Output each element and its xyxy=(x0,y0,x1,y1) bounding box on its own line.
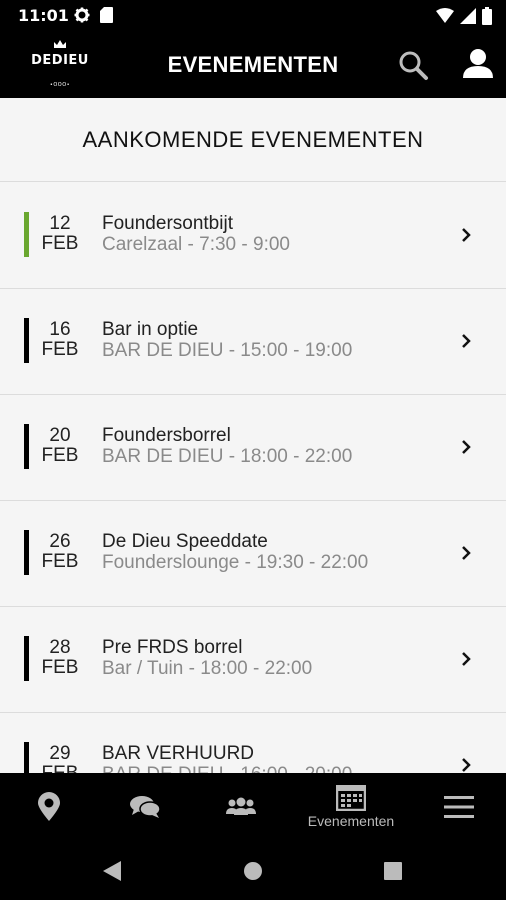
event-title: Foundersontbijt xyxy=(102,213,233,234)
event-date: 16 FEB xyxy=(38,320,82,360)
event-row[interactable]: 29 FEB BAR VERHUURD BAR DE DIEU - 16:00 … xyxy=(0,713,506,773)
app-bar: DEDIEU •OOO• EVENEMENTEN xyxy=(0,34,506,98)
event-day: 28 xyxy=(49,637,71,658)
hamburger-menu-icon xyxy=(444,796,474,818)
event-title: Foundersborrel xyxy=(102,425,231,446)
status-bar: 11:01 xyxy=(0,0,506,34)
nav-item-events[interactable]: Evenementen xyxy=(296,773,406,841)
event-date: 12 FEB xyxy=(38,214,82,254)
chevron-right-icon xyxy=(462,440,471,454)
system-navigation-bar xyxy=(0,841,506,900)
chevron-right-icon xyxy=(462,228,471,242)
people-icon xyxy=(226,797,256,815)
event-subtitle: BAR DE DIEU - 15:00 - 19:00 xyxy=(102,340,353,361)
event-row[interactable]: 28 FEB Pre FRDS borrel Bar / Tuin - 18:0… xyxy=(0,607,506,713)
chat-bubbles-icon xyxy=(130,796,161,818)
event-accent-bar xyxy=(24,318,29,363)
event-title: BAR VERHUURD xyxy=(102,743,255,764)
event-date: 26 FEB xyxy=(38,532,82,572)
event-accent-bar xyxy=(24,424,29,469)
calendar-icon xyxy=(336,785,366,811)
back-icon[interactable] xyxy=(102,860,122,882)
event-title: Bar in optie xyxy=(102,319,199,340)
user-icon xyxy=(463,49,493,78)
event-day: 29 xyxy=(49,743,71,764)
event-day: 16 xyxy=(49,319,71,340)
wifi-icon xyxy=(436,8,454,23)
profile-button[interactable] xyxy=(460,46,496,82)
chevron-right-icon xyxy=(462,334,471,348)
search-button[interactable] xyxy=(396,48,432,84)
search-icon xyxy=(399,51,428,80)
event-month: FEB xyxy=(41,657,79,678)
event-subtitle: BAR DE DIEU - 16:00 - 20:00 xyxy=(102,765,352,774)
section-header: AANKOMENDE EVENEMENTEN xyxy=(0,98,506,182)
event-date: 29 FEB xyxy=(38,743,82,774)
event-month: FEB xyxy=(41,445,79,466)
event-title: De Dieu Speeddate xyxy=(102,531,268,552)
event-row[interactable]: 20 FEB Foundersborrel BAR DE DIEU - 18:0… xyxy=(0,395,506,501)
nav-item-members[interactable] xyxy=(206,773,276,841)
event-subtitle: Founderslounge - 19:30 - 22:00 xyxy=(102,552,369,573)
event-month: FEB xyxy=(41,551,79,572)
chevron-right-icon xyxy=(462,546,471,560)
event-accent-bar xyxy=(24,636,29,681)
section-title: AANKOMENDE EVENEMENTEN xyxy=(82,126,424,152)
event-subtitle: Carelzaal - 7:30 - 9:00 xyxy=(102,234,290,255)
location-pin-icon xyxy=(38,792,60,821)
event-row[interactable]: 16 FEB Bar in optie BAR DE DIEU - 15:00 … xyxy=(0,289,506,395)
recents-icon[interactable] xyxy=(384,862,402,880)
sd-card-icon xyxy=(100,7,113,23)
event-accent-bar xyxy=(24,530,29,575)
event-day: 26 xyxy=(49,531,71,552)
event-row[interactable]: 26 FEB De Dieu Speeddate Founderslounge … xyxy=(0,501,506,607)
event-subtitle: BAR DE DIEU - 18:00 - 22:00 xyxy=(102,446,353,467)
event-row[interactable]: 12 FEB Foundersontbijt Carelzaal - 7:30 … xyxy=(0,183,506,289)
bottom-nav: Evenementen xyxy=(0,773,506,841)
event-day: 20 xyxy=(49,425,71,446)
event-month: FEB xyxy=(38,764,82,774)
event-subtitle: Bar / Tuin - 18:00 - 22:00 xyxy=(102,658,313,679)
event-list: 12 FEB Foundersontbijt Carelzaal - 7:30 … xyxy=(0,183,506,773)
status-time: 11:01 xyxy=(18,6,69,25)
event-accent-bar xyxy=(24,742,29,773)
battery-icon xyxy=(482,7,492,25)
home-icon[interactable] xyxy=(243,861,263,881)
nav-item-locations[interactable] xyxy=(14,773,84,841)
chevron-right-icon xyxy=(462,758,471,772)
crown-icon xyxy=(54,40,66,48)
event-date: 20 FEB xyxy=(38,426,82,466)
event-accent-bar xyxy=(24,212,29,257)
signal-icon xyxy=(460,8,476,24)
nav-item-chat[interactable] xyxy=(110,773,180,841)
event-month: FEB xyxy=(41,233,79,254)
logo-subtext: •OOO• xyxy=(49,82,71,88)
event-date: 28 FEB xyxy=(38,638,82,678)
chevron-right-icon xyxy=(462,652,471,666)
event-month: FEB xyxy=(41,339,79,360)
nav-item-menu[interactable] xyxy=(424,773,494,841)
event-day: 12 xyxy=(49,213,71,234)
event-title: Pre FRDS borrel xyxy=(102,637,243,658)
nav-label-events: Evenementen xyxy=(307,813,395,829)
settings-gear-icon xyxy=(74,7,90,23)
